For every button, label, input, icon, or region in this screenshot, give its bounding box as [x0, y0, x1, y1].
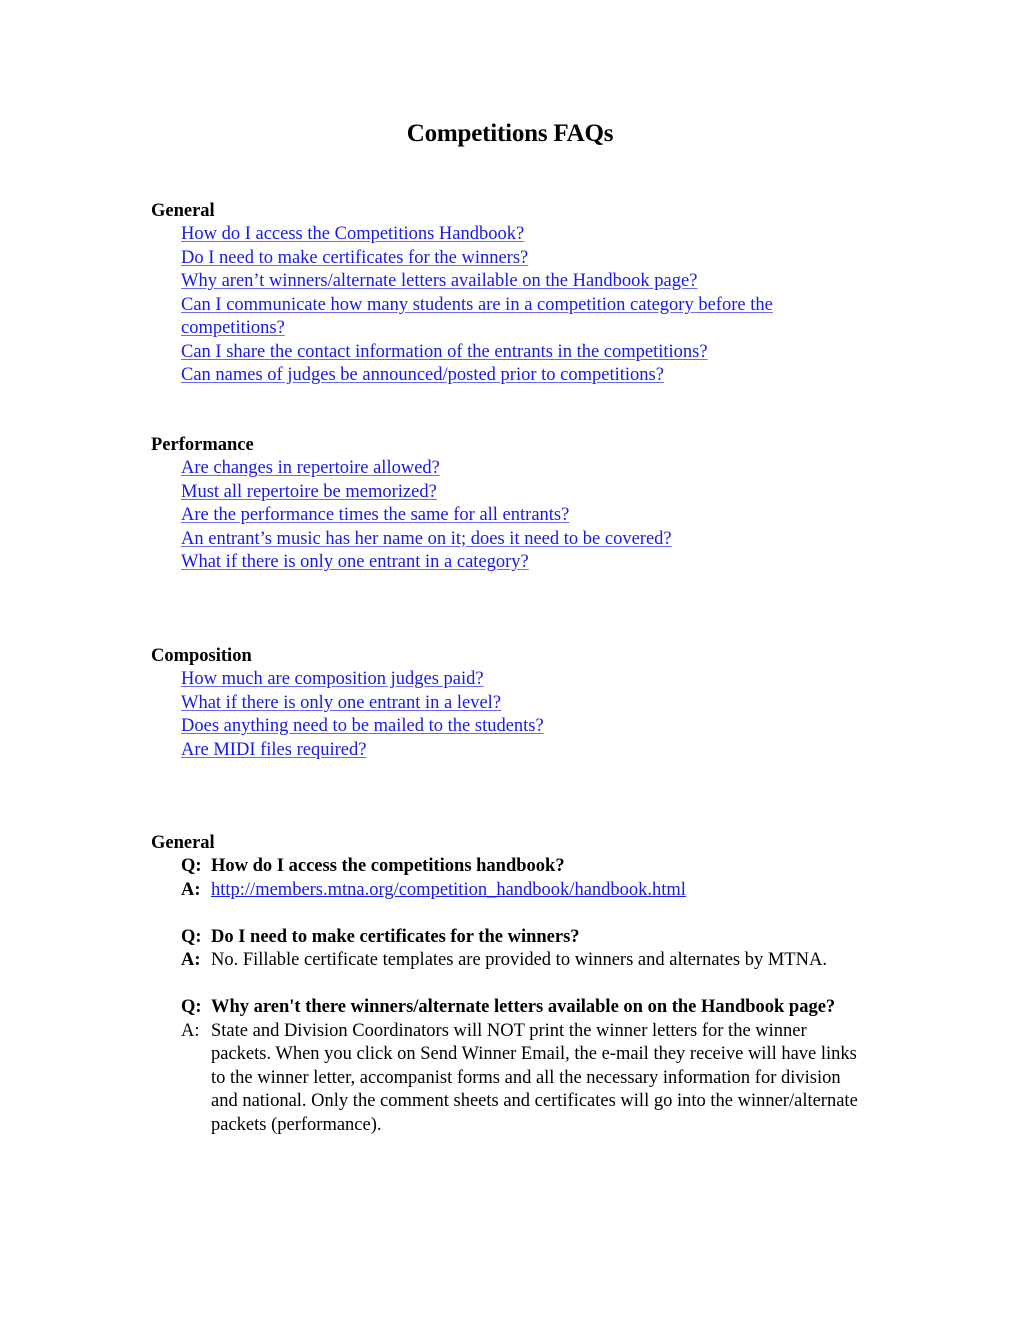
toc-heading-composition: Composition: [151, 646, 252, 666]
qa-item: Q: Why aren't there winners/alternate le…: [181, 996, 861, 1137]
document-page: Competitions FAQs General How do I acces…: [0, 0, 1020, 1320]
toc-heading-performance: Performance: [151, 435, 254, 455]
toc-link[interactable]: How much are composition judges paid?: [181, 668, 881, 692]
qa-item: Q: Do I need to make certificates for th…: [181, 926, 861, 973]
toc-link[interactable]: Can I communicate how many students are …: [181, 294, 881, 341]
q-label: Q:: [181, 926, 202, 947]
q-label: Q:: [181, 997, 202, 1017]
toc-link[interactable]: What if there is only one entrant in a c…: [181, 551, 881, 575]
toc-link[interactable]: An entrant’s music has her name on it; d…: [181, 528, 881, 552]
handbook-link[interactable]: http://members.mtna.org/competition_hand…: [211, 880, 686, 900]
page-title: Competitions FAQs: [406, 120, 614, 147]
toc-link[interactable]: Do I need to make certificates for the w…: [181, 247, 881, 271]
toc-link[interactable]: Does anything need to be mailed to the s…: [181, 715, 881, 739]
toc-list-general: How do I access the Competitions Handboo…: [181, 223, 881, 388]
toc-heading-general: General: [151, 201, 215, 221]
toc-link[interactable]: Are changes in repertoire allowed?: [181, 457, 881, 481]
a-label: A:: [181, 950, 201, 970]
toc-link[interactable]: Can I share the contact information of t…: [181, 341, 881, 365]
qa-list: Q: How do I access the competitions hand…: [181, 855, 861, 1161]
toc-link[interactable]: Are the performance times the same for a…: [181, 504, 881, 528]
question-text: Why aren't there winners/alternate lette…: [211, 997, 836, 1017]
toc-link[interactable]: Can names of judges be announced/posted …: [181, 364, 881, 388]
toc-link[interactable]: Must all repertoire be memorized?: [181, 481, 881, 505]
answer-text: State and Division Coordinators will NOT…: [211, 1020, 858, 1135]
q-label: Q:: [181, 856, 202, 876]
question-text: How do I access the competitions handboo…: [211, 856, 565, 876]
question-text: Do I need to make certificates for the w…: [211, 926, 580, 947]
toc-link[interactable]: How do I access the Competitions Handboo…: [181, 223, 881, 247]
answer-text: No. Fillable certificate templates are p…: [211, 950, 827, 970]
a-label: A:: [181, 879, 201, 900]
toc-list-performance: Are changes in repertoire allowed? Must …: [181, 457, 881, 575]
toc-link[interactable]: Are MIDI files required?: [181, 739, 881, 763]
qa-item: Q: How do I access the competitions hand…: [181, 855, 861, 902]
answers-heading-general: General: [151, 833, 215, 853]
toc-link[interactable]: What if there is only one entrant in a l…: [181, 692, 881, 716]
toc-link[interactable]: Why aren’t winners/alternate letters ava…: [181, 270, 881, 294]
toc-list-composition: How much are composition judges paid? Wh…: [181, 668, 881, 762]
a-label: A:: [181, 1020, 200, 1041]
